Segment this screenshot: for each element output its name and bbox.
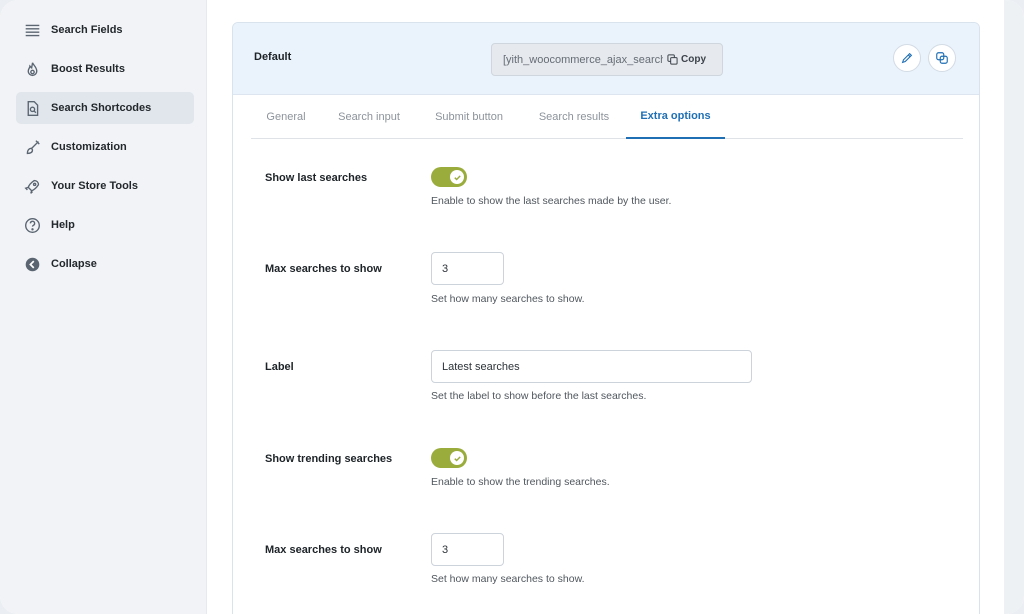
list-icon bbox=[23, 21, 41, 39]
latest-searches-label-input[interactable] bbox=[431, 350, 752, 383]
shortcode-text: [yith_woocommerce_ajax_search preset="de… bbox=[503, 53, 663, 66]
duplicate-button[interactable] bbox=[928, 44, 956, 72]
rocket-icon bbox=[23, 177, 41, 195]
sidebar-item-label: Search Shortcodes bbox=[51, 102, 152, 114]
tab-extra-options[interactable]: Extra options bbox=[626, 95, 725, 139]
sidebar-item-customization[interactable]: Customization bbox=[16, 131, 194, 163]
copy-button[interactable]: Copy bbox=[667, 54, 706, 65]
show-trending-searches-label: Show trending searches bbox=[265, 453, 393, 465]
panel-header: Default [yith_woocommerce_ajax_search pr… bbox=[233, 23, 979, 95]
label-field-label: Label bbox=[265, 361, 294, 373]
check-icon bbox=[453, 455, 461, 461]
document-search-icon bbox=[23, 99, 41, 117]
sidebar-item-search-shortcodes[interactable]: Search Shortcodes bbox=[16, 92, 194, 124]
sidebar-item-search-fields[interactable]: Search Fields bbox=[16, 14, 194, 46]
show-last-searches-toggle[interactable] bbox=[431, 167, 467, 187]
check-icon bbox=[453, 174, 461, 180]
right-edge bbox=[1004, 0, 1024, 614]
tab-search-input[interactable]: Search input bbox=[335, 95, 403, 139]
show-last-searches-label: Show last searches bbox=[265, 172, 368, 184]
collapse-icon bbox=[23, 255, 41, 273]
sidebar-item-label: Collapse bbox=[51, 258, 97, 270]
brush-icon bbox=[23, 138, 41, 156]
panel-title: Default bbox=[254, 51, 292, 63]
sidebar-item-boost-results[interactable]: Boost Results bbox=[16, 53, 194, 85]
max-last-searches-description: Set how many searches to show. bbox=[431, 293, 585, 305]
tab-search-results[interactable]: Search results bbox=[537, 95, 611, 139]
sidebar: Search Fields Boost Results Search Short… bbox=[0, 0, 207, 614]
pencil-icon bbox=[901, 52, 913, 64]
max-trending-searches-input[interactable] bbox=[431, 533, 504, 566]
duplicate-icon bbox=[936, 52, 948, 64]
max-last-searches-input[interactable] bbox=[431, 252, 504, 285]
sidebar-item-help[interactable]: Help bbox=[16, 209, 194, 241]
edit-button[interactable] bbox=[893, 44, 921, 72]
sidebar-item-label: Your Store Tools bbox=[51, 180, 138, 192]
max-last-searches-label: Max searches to show bbox=[265, 263, 382, 275]
sidebar-item-your-store-tools[interactable]: Your Store Tools bbox=[16, 170, 194, 202]
copy-icon bbox=[667, 54, 678, 65]
show-trending-searches-toggle[interactable] bbox=[431, 448, 467, 468]
show-last-searches-description: Enable to show the last searches made by… bbox=[431, 195, 672, 207]
show-trending-searches-description: Enable to show the trending searches. bbox=[431, 476, 610, 488]
tab-general[interactable]: General bbox=[251, 95, 321, 139]
sidebar-item-label: Boost Results bbox=[51, 63, 125, 75]
sidebar-item-label: Help bbox=[51, 219, 75, 231]
toggle-knob bbox=[450, 170, 464, 184]
copy-label: Copy bbox=[681, 54, 706, 65]
shortcode-field[interactable]: [yith_woocommerce_ajax_search preset="de… bbox=[491, 43, 723, 76]
shortcode-panel: Default [yith_woocommerce_ajax_search pr… bbox=[232, 22, 980, 614]
sidebar-item-label: Search Fields bbox=[51, 24, 123, 36]
app-frame: Search Fields Boost Results Search Short… bbox=[0, 0, 1024, 614]
max-trending-searches-description: Set how many searches to show. bbox=[431, 573, 585, 585]
label-field-description: Set the label to show before the last se… bbox=[431, 390, 647, 402]
help-icon bbox=[23, 216, 41, 234]
fire-icon bbox=[23, 60, 41, 78]
max-trending-searches-label: Max searches to show bbox=[265, 544, 382, 556]
sidebar-item-collapse[interactable]: Collapse bbox=[16, 248, 194, 280]
toggle-knob bbox=[450, 451, 464, 465]
settings-tabs: General Search input Submit button Searc… bbox=[251, 95, 963, 139]
sidebar-item-label: Customization bbox=[51, 141, 127, 153]
tab-submit-button[interactable]: Submit button bbox=[433, 95, 505, 139]
